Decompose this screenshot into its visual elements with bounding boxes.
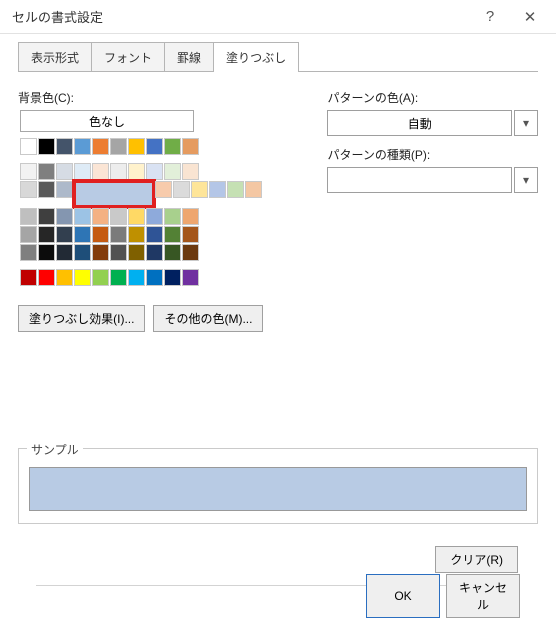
bgcolor-label: 背景色(C): [18,89,263,106]
color-swatch[interactable] [128,226,145,243]
color-swatch[interactable] [182,163,199,180]
color-swatch[interactable] [92,244,109,261]
color-swatch[interactable] [56,163,73,180]
color-swatch[interactable] [128,269,145,286]
color-swatch[interactable] [20,226,37,243]
color-swatch[interactable] [182,226,199,243]
color-swatch[interactable] [146,208,163,225]
color-swatch[interactable] [146,269,163,286]
color-swatch[interactable] [164,138,181,155]
color-swatch[interactable] [173,181,190,198]
color-swatch[interactable] [110,138,127,155]
color-swatch[interactable] [20,208,37,225]
color-swatch[interactable] [146,138,163,155]
cancel-button[interactable]: キャンセル [446,574,520,618]
color-swatch[interactable] [164,244,181,261]
color-swatch[interactable] [92,163,109,180]
color-swatch[interactable] [128,138,145,155]
color-swatch[interactable] [110,208,127,225]
color-swatch[interactable] [245,181,262,198]
color-swatch[interactable] [74,163,91,180]
color-swatch[interactable] [56,244,73,261]
color-swatch[interactable] [191,181,208,198]
color-swatch[interactable] [38,181,55,198]
color-swatch[interactable] [20,163,37,180]
color-swatch[interactable] [182,208,199,225]
color-swatch[interactable] [56,208,73,225]
color-swatch[interactable] [74,138,91,155]
tab-2[interactable]: 罫線 [164,42,214,72]
color-swatch[interactable] [110,163,127,180]
pattern-type-select[interactable] [327,167,512,193]
close-icon[interactable]: ✕ [510,0,550,34]
color-swatch[interactable] [92,208,109,225]
color-swatch[interactable] [182,269,199,286]
color-swatch[interactable] [74,208,91,225]
color-swatch[interactable] [20,181,37,198]
color-swatch[interactable] [92,226,109,243]
color-swatch[interactable] [146,244,163,261]
color-swatch[interactable] [110,226,127,243]
color-swatch[interactable] [38,269,55,286]
color-swatch[interactable] [56,138,73,155]
color-swatch[interactable] [38,138,55,155]
color-swatch[interactable] [20,138,37,155]
no-color-label: 色なし [89,113,125,130]
clear-button[interactable]: クリア(R) [435,546,518,573]
color-swatch[interactable] [38,226,55,243]
color-swatch[interactable] [209,181,226,198]
color-swatch[interactable] [74,226,91,243]
color-swatch[interactable] [92,269,109,286]
fill-effects-button[interactable]: 塗りつぶし効果(I)... [18,305,145,332]
color-swatch[interactable] [146,163,163,180]
color-swatch[interactable] [74,181,154,207]
color-swatch[interactable] [128,163,145,180]
color-swatch[interactable] [128,208,145,225]
color-swatch[interactable] [164,163,181,180]
sample-section: サンプル [18,448,538,524]
color-swatch[interactable] [110,244,127,261]
color-swatch[interactable] [74,244,91,261]
color-swatch[interactable] [164,208,181,225]
tab-1[interactable]: フォント [91,42,165,72]
pattern-type-label: パターンの種類(P): [327,146,538,163]
color-swatch[interactable] [146,226,163,243]
color-swatch[interactable] [155,181,172,198]
ok-button[interactable]: OK [366,574,440,618]
color-swatch[interactable] [182,138,199,155]
tabs: 表示形式フォント罫線塗りつぶし [0,34,556,72]
chevron-down-icon[interactable]: ▾ [514,167,538,193]
color-swatch[interactable] [20,244,37,261]
color-swatch[interactable] [56,226,73,243]
color-swatch[interactable] [92,138,109,155]
chevron-down-icon[interactable]: ▾ [514,110,538,136]
sample-label: サンプル [27,441,83,458]
color-swatch[interactable] [128,244,145,261]
help-icon[interactable]: ? [470,0,510,34]
color-swatch[interactable] [227,181,244,198]
color-swatch[interactable] [74,269,91,286]
color-swatch[interactable] [56,181,73,198]
pattern-color-value: 自動 [408,115,432,132]
color-swatch[interactable] [38,208,55,225]
pattern-color-label: パターンの色(A): [327,89,538,106]
more-colors-button[interactable]: その他の色(M)... [153,305,263,332]
sample-preview [29,467,527,511]
color-swatch[interactable] [182,244,199,261]
dialog-title: セルの書式設定 [12,7,470,26]
tab-0[interactable]: 表示形式 [18,42,92,72]
color-palette [20,138,263,287]
color-swatch[interactable] [20,269,37,286]
titlebar: セルの書式設定 ? ✕ [0,0,556,34]
color-swatch[interactable] [110,269,127,286]
pattern-color-select[interactable]: 自動 [327,110,512,136]
tab-3[interactable]: 塗りつぶし [213,42,299,72]
color-swatch[interactable] [164,269,181,286]
color-swatch[interactable] [56,269,73,286]
no-color-button[interactable]: 色なし [20,110,194,132]
color-swatch[interactable] [164,226,181,243]
color-swatch[interactable] [38,163,55,180]
color-swatch[interactable] [38,244,55,261]
